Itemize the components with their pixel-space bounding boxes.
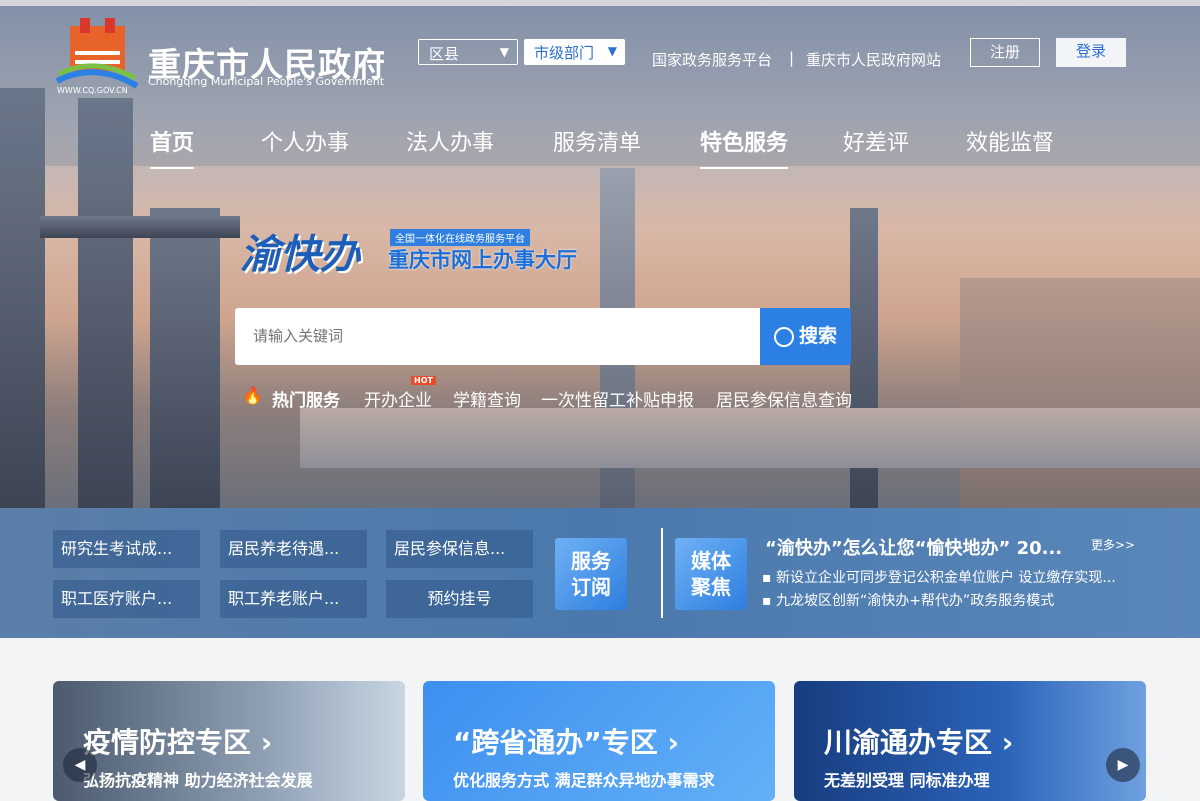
hall-title: 重庆市网上办事大厅	[388, 248, 577, 272]
news-headline[interactable]: “渝快办”怎么让您“愉快地办” 20...	[765, 534, 1062, 560]
district-select[interactable]: 区县 ▼	[418, 39, 518, 65]
site-url: WWW.CQ.GOV.CN	[57, 86, 128, 95]
national-platform-link[interactable]: 国家政务服务平台	[652, 49, 772, 70]
news-item[interactable]: ▪ 新设立企业可同步登记公积金单位账户 设立缴存实现...	[762, 567, 1116, 587]
badge-line: 服务	[571, 549, 611, 573]
site-subtitle: Chongqing Municipal People's Government	[148, 75, 385, 88]
search-button-label: 搜索	[798, 325, 837, 347]
hot-services-label: 热门服务	[272, 391, 340, 411]
flame-icon: 🔥	[242, 386, 264, 406]
search-icon	[773, 326, 794, 347]
government-logo	[55, 18, 139, 89]
card-epidemic[interactable]: 疫情防控专区 › 弘扬抗疫精神 助力经济社会发展	[53, 681, 405, 801]
register-button[interactable]: 注册	[970, 38, 1040, 67]
nav-home[interactable]: 首页	[150, 125, 195, 169]
login-button[interactable]: 登录	[1056, 38, 1126, 67]
card-subtitle: 优化服务方式 满足群众异地办事需求	[453, 771, 715, 790]
nav-service-list[interactable]: 服务清单	[553, 125, 641, 157]
department-select-label: 市级部门	[534, 44, 595, 62]
card-title: 川渝通办专区	[824, 726, 993, 759]
hot-badge: HOT	[411, 376, 436, 385]
nav-legal-entity[interactable]: 法人办事	[406, 125, 494, 157]
card-subtitle: 无差别受理 同标准办理	[824, 771, 990, 790]
chevron-down-icon: ▼	[499, 45, 509, 59]
card-title: 疫情防控专区	[83, 726, 252, 759]
card-cross-province[interactable]: “跨省通办”专区 › 优化服务方式 满足群众异地办事需求	[423, 681, 775, 801]
news-item[interactable]: ▪ 九龙坡区创新“渝快办+帮代办”政务服务模式	[762, 590, 1054, 610]
card-sichuan-chongqing[interactable]: 川渝通办专区 › 无差别受理 同标准办理	[794, 681, 1146, 801]
news-item-text: 九龙坡区创新“渝快办+帮代办”政务服务模式	[775, 593, 1055, 609]
nav-personal[interactable]: 个人办事	[261, 125, 349, 157]
carousel-next-icon[interactable]: ▶	[1106, 748, 1140, 782]
divider	[661, 528, 663, 618]
hot-item-start-business[interactable]: 开办企业	[364, 386, 432, 411]
service-subscription-button[interactable]: 服务 订阅	[555, 538, 627, 610]
district-select-label: 区县	[429, 45, 460, 63]
search-button[interactable]: 搜索	[760, 308, 851, 365]
more-link[interactable]: 更多>>	[1091, 536, 1135, 553]
quick-service-item[interactable]: 居民养老待遇...	[220, 530, 367, 568]
quick-service-item[interactable]: 职工养老账户...	[220, 580, 367, 618]
badge-line: 订阅	[571, 575, 611, 599]
badge-line: 媒体	[691, 549, 731, 573]
nav-rating[interactable]: 好差评	[843, 125, 909, 157]
nav-supervision[interactable]: 效能监督	[966, 125, 1054, 157]
news-item-text: 新设立企业可同步登记公积金单位账户 设立缴存实现...	[775, 570, 1116, 586]
quick-service-item[interactable]: 居民参保信息...	[386, 530, 533, 568]
badge-line: 聚焦	[691, 575, 731, 599]
cq-gov-link[interactable]: 重庆市人民政府网站	[806, 49, 941, 70]
hot-item-school-record[interactable]: 学籍查询	[453, 386, 521, 411]
nav-featured[interactable]: 特色服务	[700, 125, 789, 169]
media-focus-badge: 媒体 聚焦	[675, 538, 747, 610]
chevron-down-icon: ▼	[607, 44, 617, 58]
quick-service-item[interactable]: 预约挂号	[386, 580, 533, 618]
ykb-logo: 渝快办	[240, 232, 360, 278]
department-select[interactable]: 市级部门 ▼	[524, 39, 625, 65]
quick-service-item[interactable]: 职工医疗账户...	[53, 580, 200, 618]
quick-service-item[interactable]: 研究生考试成...	[53, 530, 200, 568]
card-title: “跨省通办”专区	[453, 726, 658, 759]
search-input[interactable]	[235, 308, 760, 365]
card-subtitle: 弘扬抗疫精神 助力经济社会发展	[83, 771, 313, 790]
hot-item-insurance[interactable]: 居民参保信息查询	[716, 386, 852, 411]
carousel-prev-icon[interactable]: ◀	[63, 748, 97, 782]
link-separator: |	[789, 49, 795, 67]
hot-item-subsidy[interactable]: 一次性留工补贴申报	[541, 386, 694, 411]
